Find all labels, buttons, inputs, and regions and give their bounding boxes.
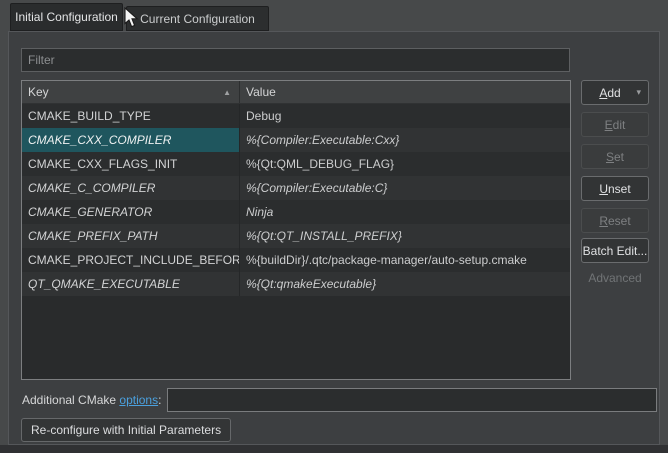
filter-input[interactable] (21, 48, 570, 72)
table-body: CMAKE_BUILD_TYPE Debug CMAKE_CXX_COMPILE… (22, 104, 570, 296)
value-cell[interactable]: Debug (240, 104, 570, 128)
dropdown-arrow-icon[interactable]: ▾ (636, 87, 641, 98)
table-row[interactable]: QT_QMAKE_EXECUTABLE %{Qt:qmakeExecutable… (22, 272, 570, 296)
table-row[interactable]: CMAKE_PROJECT_INCLUDE_BEFORE %{buildDir}… (22, 248, 570, 272)
button-label: Add (599, 86, 620, 100)
key-cell[interactable]: QT_QMAKE_EXECUTABLE (22, 272, 240, 296)
button-label: Set (606, 150, 624, 164)
button-label: Unset (599, 182, 630, 196)
unset-button[interactable]: Unset (581, 176, 649, 201)
table-row[interactable]: CMAKE_PREFIX_PATH %{Qt:QT_INSTALL_PREFIX… (22, 224, 570, 248)
value-cell[interactable]: %{buildDir}/.qtc/package-manager/auto-se… (240, 248, 570, 272)
table-header: Key ▲ Value (22, 81, 570, 104)
value-cell[interactable]: %{Qt:QT_INSTALL_PREFIX} (240, 224, 570, 248)
button-label: Re-configure with Initial Parameters (31, 423, 221, 437)
value-cell[interactable]: %{Compiler:Executable:Cxx} (240, 128, 570, 152)
add-button[interactable]: Add ▾ (581, 80, 649, 105)
column-header-value[interactable]: Value (240, 81, 570, 103)
value-cell[interactable]: %{Qt:qmakeExecutable} (240, 272, 570, 296)
key-cell[interactable]: CMAKE_C_COMPILER (22, 176, 240, 200)
table-row[interactable]: CMAKE_BUILD_TYPE Debug (22, 104, 570, 128)
set-button: Set (581, 144, 649, 169)
reset-button: Reset (581, 208, 649, 233)
key-cell[interactable]: CMAKE_GENERATOR (22, 200, 240, 224)
key-cell[interactable]: CMAKE_CXX_COMPILER (22, 128, 240, 152)
key-cell[interactable]: CMAKE_PROJECT_INCLUDE_BEFORE (22, 248, 240, 272)
column-header-label: Key (28, 85, 49, 99)
sort-ascending-icon: ▲ (223, 88, 231, 97)
key-cell[interactable]: CMAKE_PREFIX_PATH (22, 224, 240, 248)
tab-current-configuration[interactable]: Current Configuration (126, 6, 269, 31)
label-text: : (158, 393, 161, 407)
tab-initial-configuration[interactable]: Initial Configuration (10, 3, 123, 31)
value-cell[interactable]: Ninja (240, 200, 570, 224)
value-cell[interactable]: %{Compiler:Executable:C} (240, 176, 570, 200)
label-text: Additional CMake (22, 393, 119, 407)
column-header-key[interactable]: Key ▲ (22, 81, 240, 103)
batch-edit-button[interactable]: Batch Edit... (581, 238, 649, 263)
options-link[interactable]: options (119, 393, 158, 407)
table-row[interactable]: CMAKE_GENERATOR Ninja (22, 200, 570, 224)
key-cell[interactable]: CMAKE_CXX_FLAGS_INIT (22, 152, 240, 176)
tab-label: Current Configuration (140, 12, 255, 26)
tab-label: Initial Configuration (15, 10, 118, 24)
additional-cmake-options-label: Additional CMake options: (22, 393, 161, 407)
table-row[interactable]: CMAKE_C_COMPILER %{Compiler:Executable:C… (22, 176, 570, 200)
bottom-strip (0, 445, 668, 453)
table-row[interactable]: CMAKE_CXX_FLAGS_INIT %{Qt:QML_DEBUG_FLAG… (22, 152, 570, 176)
reconfigure-button[interactable]: Re-configure with Initial Parameters (21, 418, 231, 442)
cmake-configuration-panel: Initial Configuration Current Configurat… (0, 0, 668, 453)
column-header-label: Value (246, 85, 276, 99)
advanced-checkbox: Advanced (575, 271, 655, 285)
edit-button: Edit (581, 112, 649, 137)
button-label: Reset (599, 214, 630, 228)
configuration-table: Key ▲ Value CMAKE_BUILD_TYPE Debug CMAKE… (21, 80, 571, 380)
button-label: Edit (605, 118, 626, 132)
button-label: Batch Edit... (583, 244, 648, 258)
table-row[interactable]: CMAKE_CXX_COMPILER %{Compiler:Executable… (22, 128, 570, 152)
value-cell[interactable]: %{Qt:QML_DEBUG_FLAG} (240, 152, 570, 176)
key-cell[interactable]: CMAKE_BUILD_TYPE (22, 104, 240, 128)
additional-cmake-options-input[interactable] (167, 388, 657, 412)
initial-configuration-pane: Key ▲ Value CMAKE_BUILD_TYPE Debug CMAKE… (8, 31, 660, 445)
